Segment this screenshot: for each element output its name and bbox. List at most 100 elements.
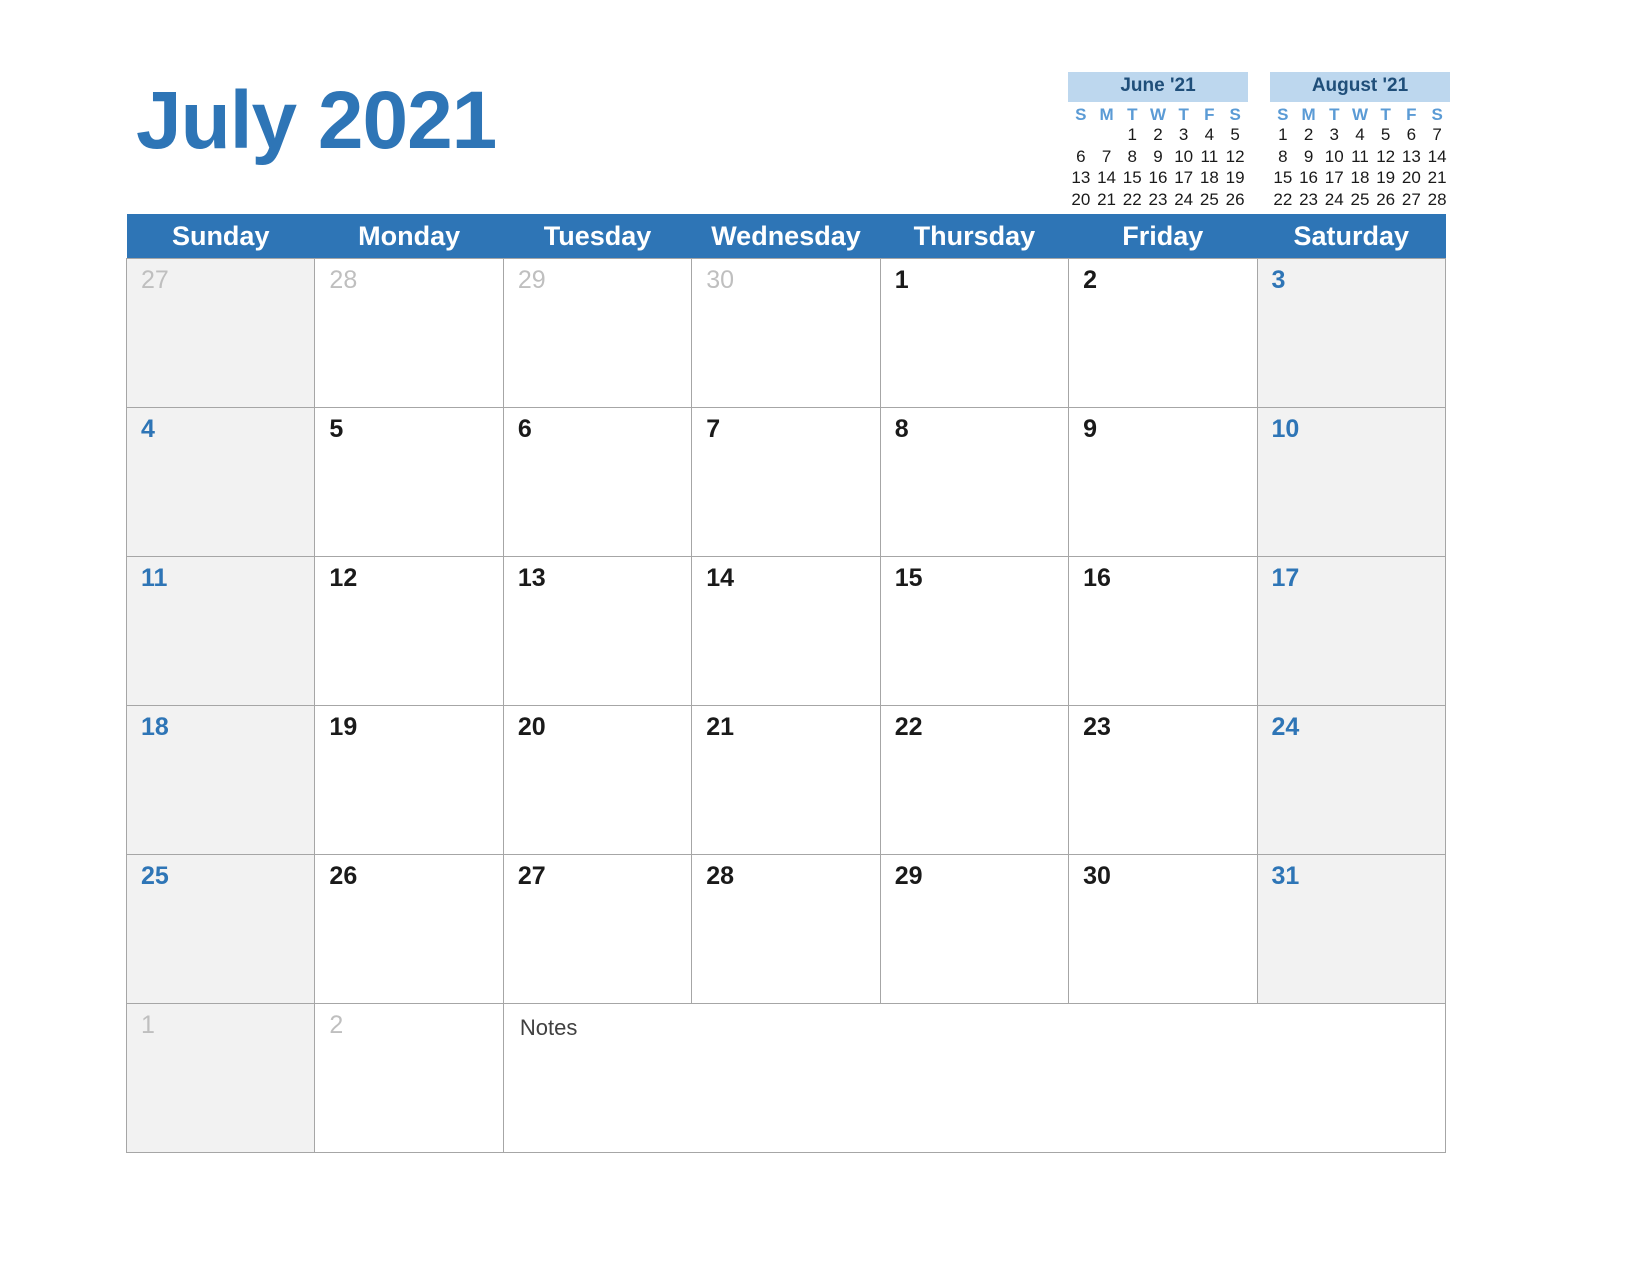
day-cell-wednesday[interactable]: 21: [691, 705, 881, 855]
day-cell-thursday[interactable]: 29: [879, 854, 1070, 1004]
day-cell-friday[interactable]: 9: [1068, 407, 1258, 557]
mini-day-cell: 3: [1178, 125, 1189, 145]
mini-week-row: 22 23 24 25 26 27 28: [1270, 190, 1450, 211]
mini-weekday-label: S: [1277, 104, 1289, 124]
day-cell-saturday[interactable]: 31: [1256, 854, 1447, 1004]
day-cell-wednesday[interactable]: 7: [691, 407, 881, 557]
mini-weekday-label: S: [1229, 104, 1241, 124]
day-number: 9: [1083, 415, 1098, 443]
mini-day-cell: 20: [1401, 168, 1421, 188]
day-cell-saturday[interactable]: 17: [1256, 556, 1447, 706]
mini-day-cell: 7: [1432, 125, 1442, 145]
day-number: 3: [1271, 266, 1286, 294]
mini-weekday-label: T: [1380, 104, 1391, 124]
calendar-week-row: 27 28 29 30 1 2 3: [125, 258, 1447, 408]
mini-weekday-label: S: [1431, 104, 1443, 124]
mini-weekday-label: W: [1351, 104, 1368, 124]
mini-day-cell: 10: [1324, 146, 1344, 166]
day-cell-wednesday[interactable]: 30: [691, 258, 881, 408]
day-number: 29: [894, 862, 923, 890]
mini-day-cell: 21: [1097, 189, 1117, 209]
august-mini-calendar: August '21 S M T W T F S 1 2 3 4 5 6 7 8 9 10 11 12 13 14 15 16…: [1270, 72, 1450, 232]
calendar-grid: Sunday Monday Tuesday Wednesday Thursday…: [125, 214, 1447, 1153]
day-number: 12: [329, 564, 358, 592]
mini-day-cell: 17: [1324, 168, 1344, 188]
day-cell-sunday[interactable]: 25: [125, 854, 316, 1004]
day-cell-tuesday[interactable]: 13: [502, 556, 693, 706]
day-cell-friday[interactable]: 2: [1068, 258, 1258, 408]
column-header-thursday: Thursday: [880, 214, 1069, 259]
mini-week-row: 12345: [1068, 125, 1248, 146]
day-cell-thursday[interactable]: 15: [879, 556, 1070, 706]
day-cell-monday[interactable]: 19: [314, 705, 504, 855]
day-number: 29: [517, 266, 546, 294]
notes-label: Notes: [519, 1015, 578, 1040]
mini-weekday-label: M: [1099, 104, 1114, 124]
day-number: 16: [1083, 564, 1111, 592]
day-number: 18: [141, 713, 169, 741]
day-cell-monday[interactable]: 5: [314, 407, 504, 557]
day-number: 2: [329, 1011, 344, 1039]
mini-day-cell: 26: [1225, 189, 1245, 209]
day-cell-thursday[interactable]: 1: [879, 258, 1070, 408]
day-cell-friday[interactable]: 23: [1068, 705, 1258, 855]
mini-weekday-row: SMTWTFS: [1270, 104, 1450, 126]
mini-day-cell: 7: [1101, 146, 1112, 166]
day-cell-friday[interactable]: 30: [1068, 854, 1258, 1004]
day-cell-wednesday[interactable]: 28: [691, 854, 881, 1004]
day-cell-sunday[interactable]: 18: [125, 705, 316, 855]
mini-day-cell: 22: [1273, 189, 1293, 209]
mini-day-cell: 20: [1071, 189, 1091, 209]
day-cell-tuesday[interactable]: 20: [502, 705, 693, 855]
day-cell-monday[interactable]: 2: [314, 1003, 504, 1153]
day-number: 25: [141, 862, 169, 890]
day-number: 20: [517, 713, 546, 741]
day-cell-monday[interactable]: 28: [314, 258, 504, 408]
mini-day-cell: 25: [1199, 189, 1219, 209]
mini-day-cell: 27: [1401, 189, 1421, 209]
day-cell-tuesday[interactable]: 27: [502, 854, 693, 1004]
day-cell-saturday[interactable]: 10: [1256, 407, 1447, 557]
mini-weekday-label: M: [1301, 104, 1316, 124]
day-cell-wednesday[interactable]: 14: [691, 556, 881, 706]
column-header-friday: Friday: [1068, 214, 1258, 259]
day-cell-thursday[interactable]: 8: [879, 407, 1070, 557]
day-cell-sunday[interactable]: 4: [125, 407, 316, 557]
mini-day-cell: 5: [1230, 125, 1240, 145]
day-cell-friday[interactable]: 16: [1068, 556, 1258, 706]
day-cell-sunday[interactable]: 11: [125, 556, 316, 706]
mini-day-cell: 15: [1273, 168, 1293, 188]
mini-day-cell: 28: [1427, 189, 1447, 209]
day-cell-saturday[interactable]: 24: [1256, 705, 1447, 855]
mini-day-cell: 2: [1303, 125, 1314, 145]
mini-weekday-label: T: [1178, 104, 1189, 124]
day-number: 21: [706, 713, 735, 741]
mini-weekday-label: W: [1149, 104, 1166, 124]
column-header-sunday: Sunday: [126, 214, 315, 259]
mini-day-cell: 4: [1204, 125, 1215, 145]
day-cell-saturday[interactable]: 3: [1256, 258, 1447, 408]
day-cell-sunday[interactable]: 1: [125, 1003, 316, 1153]
mini-day-cell: 12: [1225, 146, 1245, 166]
mini-week-row: 8 9 10 11 12 13 14: [1270, 147, 1450, 168]
notes-cell[interactable]: Notes: [502, 1003, 1447, 1153]
mini-day-cell: 21: [1427, 168, 1447, 188]
mini-day-cell: 11: [1200, 146, 1219, 166]
day-number: 28: [329, 266, 358, 294]
day-cell-tuesday[interactable]: 6: [502, 407, 693, 557]
day-cell-monday[interactable]: 26: [314, 854, 504, 1004]
day-number: 26: [329, 862, 358, 890]
mini-day-cell: 12: [1376, 146, 1396, 166]
day-number: 11: [141, 564, 168, 592]
day-cell-monday[interactable]: 12: [314, 556, 504, 706]
mini-day-cell: 10: [1174, 146, 1194, 166]
day-number: 31: [1271, 862, 1300, 890]
mini-calendar-title: June '21: [1068, 72, 1248, 102]
day-number: 1: [141, 1011, 155, 1039]
mini-day-cell: 18: [1350, 168, 1370, 188]
day-cell-tuesday[interactable]: 29: [502, 258, 693, 408]
mini-day-cell: 16: [1299, 168, 1319, 188]
day-cell-sunday[interactable]: 27: [125, 258, 316, 408]
day-number: 4: [141, 415, 155, 443]
day-cell-thursday[interactable]: 22: [879, 705, 1070, 855]
